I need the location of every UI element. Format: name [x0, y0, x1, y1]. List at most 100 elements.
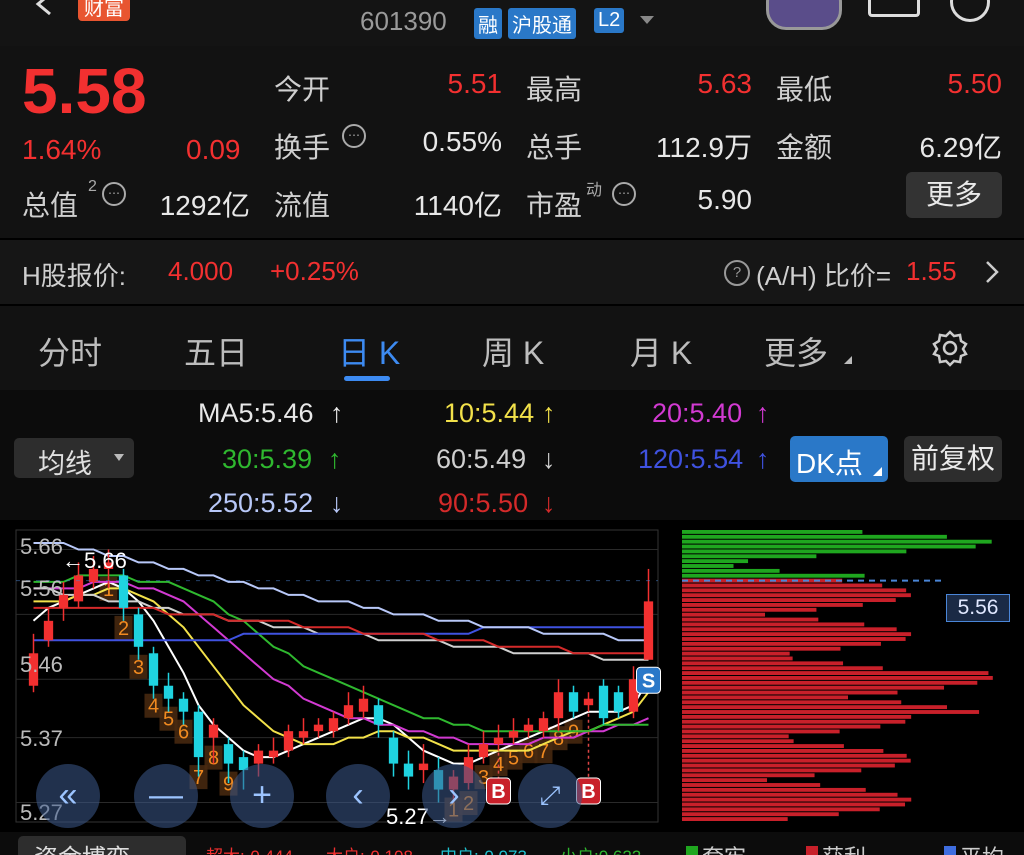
volume-profile-bar	[682, 676, 993, 680]
amount-value: 6.29亿	[919, 132, 1003, 163]
period-tabs: 分时 五日 日 K 周 K 月 K 更多	[0, 306, 1024, 390]
rewind-button[interactable]: «	[36, 764, 100, 828]
more-button[interactable]: 更多	[906, 172, 1002, 218]
volume-profile-bar	[682, 568, 780, 573]
search-icon[interactable]	[950, 0, 990, 22]
candle-body	[283, 731, 294, 751]
volume-profile-bar	[682, 646, 841, 651]
candle-body	[298, 731, 309, 738]
volume-profile-bar	[682, 753, 907, 758]
pe-sup: 动	[586, 182, 603, 199]
ma-selector[interactable]: 均线	[14, 438, 134, 479]
notebook-icon[interactable]	[868, 0, 920, 17]
volume-profile-bar	[682, 749, 884, 753]
candle-body	[493, 737, 504, 745]
candle-body	[568, 692, 579, 712]
candle-body	[73, 575, 84, 602]
volume-profile-bar	[682, 661, 844, 666]
ah-ratio-value: 1.55	[906, 256, 957, 286]
volume-profile-bar	[682, 651, 790, 656]
low-label: 最低	[776, 74, 833, 105]
help-icon[interactable]: ?	[724, 260, 750, 286]
h-share-price: 4.000	[168, 256, 234, 286]
tab-five-day[interactable]: 五日	[184, 328, 248, 374]
fullscreen-button[interactable]: ⤢	[518, 764, 582, 828]
info-icon[interactable]: ⋯	[102, 182, 126, 206]
volume-profile-bar	[682, 534, 947, 539]
ma20-value: 20:5.40	[652, 398, 743, 428]
volume-profile-bar	[682, 588, 907, 593]
volume-profile-bar	[682, 802, 906, 807]
arrow-left-icon: ←	[62, 548, 84, 573]
y-tick-label: 5.66	[20, 534, 63, 559]
arrow-down-icon: ↓	[330, 488, 344, 518]
next-button[interactable]: ›	[422, 764, 486, 828]
settings-icon[interactable]	[930, 328, 970, 373]
h-share-label: H股报价:	[22, 261, 127, 291]
pe-value: 5.90	[697, 184, 753, 215]
turnover-value: 0.55%	[422, 126, 502, 157]
zoom-out-button[interactable]: —	[134, 764, 198, 828]
volume-profile-bar	[682, 637, 906, 641]
candle-body	[538, 718, 549, 732]
ma-selector-label: 均线	[38, 449, 92, 479]
fund-selector[interactable]: 资金博弈	[18, 836, 186, 855]
tab-weekly-k[interactable]: 周 K	[482, 328, 544, 374]
quote-panel: 5.58 1.64% 0.09 今开 5.51 最高 5.63 最低 5.50 …	[0, 46, 1024, 238]
volume-profile-bar	[682, 792, 898, 797]
ma30-value: 30:5.39	[222, 444, 313, 474]
legend-profit: 获利	[822, 840, 866, 855]
fortune-tag: 财富	[78, 0, 130, 21]
info-icon[interactable]: ⋯	[342, 124, 366, 148]
tab-daily-k[interactable]: 日 K	[338, 328, 400, 374]
candle-body	[148, 653, 159, 686]
tab-monthly-k[interactable]: 月 K	[630, 328, 692, 374]
fund-selector-label: 资金博弈	[34, 838, 130, 855]
y-tick-label: 5.46	[20, 652, 63, 677]
y-tick-label: 5.56	[20, 576, 63, 601]
candle-body	[328, 718, 339, 732]
low-annotation-value: 5.27	[386, 804, 429, 829]
high-annotation: ←5.66	[62, 548, 127, 574]
volume-profile-bar	[682, 641, 881, 646]
arrow-up-icon: ↑	[330, 398, 344, 428]
back-icon[interactable]	[30, 0, 60, 22]
volume-profile-bar	[682, 690, 898, 695]
volume-profile-bar	[682, 617, 819, 622]
signal-marker: S	[642, 670, 655, 692]
tab-intraday[interactable]: 分时	[38, 328, 102, 374]
chevron-right-icon[interactable]	[984, 260, 1000, 289]
volume-profile-bar	[682, 666, 883, 671]
volume-profile-bar	[682, 787, 866, 792]
legend-swatch-trapped	[686, 846, 698, 855]
count-label: 4	[148, 696, 159, 718]
volume-profile-bar	[682, 744, 844, 748]
fund-item: 大户:-0.108	[326, 842, 413, 855]
adjust-button[interactable]: 前复权	[904, 436, 1002, 482]
volume-profile-bar	[682, 573, 865, 578]
volume-profile-bar	[682, 807, 880, 812]
dk-point-button[interactable]: DK点	[790, 436, 888, 482]
prev-button[interactable]: ‹	[326, 764, 390, 828]
volume-profile-bar	[682, 812, 839, 817]
candle-body	[193, 711, 204, 758]
candle-body	[43, 620, 54, 641]
volume-profile-bar	[682, 797, 912, 802]
tab-more[interactable]: 更多	[764, 328, 828, 374]
volume-profile-bar	[682, 627, 897, 632]
zoom-in-button[interactable]: +	[230, 764, 294, 828]
dropdown-icon[interactable]	[640, 16, 654, 24]
info-icon[interactable]: ⋯	[612, 182, 636, 206]
volume-profile-bar	[682, 734, 789, 739]
h-share-row[interactable]: H股报价: 4.000 +0.25% ? (A/H) 比价= 1.55	[0, 240, 1024, 304]
avatar[interactable]	[766, 0, 842, 30]
candle-body	[313, 724, 324, 732]
bottom-bar: 资金博弈 超大:-0.444 大户:-0.108 中户:-0.073 小户:0.…	[0, 832, 1024, 855]
volume-profile-bar	[682, 695, 849, 700]
mktcap-sup: 2	[88, 178, 97, 195]
high-value: 5.63	[697, 68, 753, 99]
high-annotation-value: 5.66	[84, 548, 127, 573]
volume-profile-bar	[682, 549, 907, 554]
volume-profile-bar	[682, 632, 912, 637]
candle-body	[523, 724, 534, 732]
